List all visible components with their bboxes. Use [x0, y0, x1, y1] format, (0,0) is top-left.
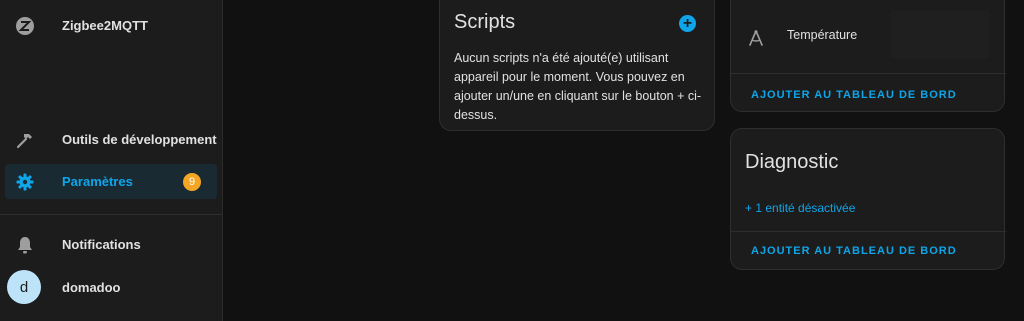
plus-icon: +	[682, 14, 693, 32]
app-root: Zigbee2MQTT Outils de développement Para…	[0, 0, 1024, 321]
sidebar-item-label: Outils de développement	[62, 132, 217, 147]
entity-label[interactable]: Température	[787, 28, 857, 42]
gear-icon	[15, 172, 35, 192]
sidebar: Zigbee2MQTT Outils de développement Para…	[0, 0, 223, 321]
disabled-entities-link[interactable]: + 1 entité désactivée	[745, 201, 855, 215]
add-to-dashboard-button[interactable]: AJOUTER AU TABLEAU DE BORD	[751, 245, 957, 257]
card-body-text: Aucun scripts n'a été ajouté(e) utilisan…	[454, 51, 702, 122]
sidebar-item-label: Paramètres	[62, 174, 133, 189]
sidebar-item-settings[interactable]: Paramètres 9	[5, 164, 217, 199]
avatar: d	[7, 270, 41, 304]
sidebar-divider	[0, 214, 223, 215]
card-title: Scripts	[454, 11, 516, 33]
user-name: domadoo	[62, 280, 121, 295]
diagnostic-card: Diagnostic + 1 entité désactivée AJOUTER…	[730, 128, 1006, 270]
notification-count-badge: 9	[183, 173, 201, 191]
zigbee-icon	[15, 16, 35, 36]
sidebar-item-zigbee2mqtt[interactable]: Zigbee2MQTT	[5, 8, 217, 43]
sidebar-item-label: Zigbee2MQTT	[62, 18, 148, 33]
card-divider	[731, 231, 1006, 232]
card-divider	[731, 73, 1006, 74]
sidebar-item-label: Notifications	[62, 237, 141, 252]
sidebar-item-notifications[interactable]: Notifications	[5, 227, 217, 262]
compass-icon	[747, 29, 765, 52]
entity-value-area	[890, 10, 990, 58]
card-title: Diagnostic	[745, 151, 839, 173]
add-script-button[interactable]: +	[679, 15, 696, 32]
add-to-dashboard-button[interactable]: AJOUTER AU TABLEAU DE BORD	[751, 89, 957, 101]
sidebar-item-developer-tools[interactable]: Outils de développement	[5, 122, 217, 157]
scripts-card: Scripts + Aucun scripts n'a été ajouté(e…	[439, 0, 715, 131]
hammer-icon	[15, 130, 35, 150]
bell-icon	[15, 235, 35, 255]
